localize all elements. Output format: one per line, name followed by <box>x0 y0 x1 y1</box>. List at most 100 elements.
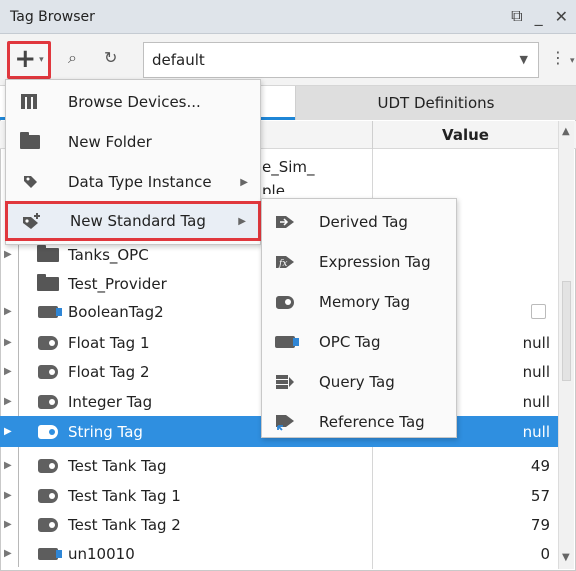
menu-item-new-folder[interactable]: New Folder <box>6 122 260 162</box>
folder-icon <box>36 273 60 293</box>
expand-arrow-icon[interactable]: ▶ <box>4 249 12 260</box>
devices-icon <box>20 92 40 112</box>
svg-text:fx: fx <box>278 259 287 269</box>
menu-item-label: Memory Tag <box>319 293 411 311</box>
expand-arrow-icon[interactable]: ▶ <box>4 337 12 348</box>
memory-tag-icon <box>36 393 60 411</box>
tag-label: Test Tank Tag <box>68 456 167 475</box>
expand-arrow-icon[interactable]: ▶ <box>4 490 12 501</box>
expression-tag-icon: fx <box>274 252 296 272</box>
tag-value: 0 <box>540 544 550 563</box>
derived-tag-icon <box>274 212 296 232</box>
tag-label: Test Tank Tag 1 <box>68 486 181 505</box>
tag-value: null <box>522 392 550 411</box>
memory-tag-icon <box>36 516 60 534</box>
menu-item-query-tag[interactable]: Query Tag <box>262 362 456 402</box>
menu-item-memory-tag[interactable]: Memory Tag <box>262 282 456 322</box>
menu-item-label: Browse Devices... <box>68 93 201 111</box>
opc-tag-icon <box>274 332 299 352</box>
expand-arrow-icon[interactable]: ▶ <box>4 519 12 530</box>
add-menu: Browse Devices... New Folder Data Type I… <box>5 79 261 245</box>
vertical-scrollbar[interactable]: ▲ ▼ <box>558 121 574 569</box>
tag-value: 79 <box>530 515 550 534</box>
add-tag-button[interactable]: + ▾ <box>7 41 51 79</box>
memory-tag-icon <box>36 423 60 441</box>
opc-tag-icon <box>36 303 62 321</box>
partial-tag-name: e_Sim_ <box>262 158 315 176</box>
panel-title: Tag Browser <box>10 8 95 25</box>
menu-item-browse-devices[interactable]: Browse Devices... <box>6 82 260 122</box>
tag-label: BooleanTag2 <box>68 302 164 321</box>
folder-icon <box>20 132 40 152</box>
close-icon[interactable]: ✕ <box>555 7 568 26</box>
tree-row[interactable]: ▶ Test Tank Tag 2 79 <box>0 509 558 540</box>
expand-arrow-icon[interactable]: ▶ <box>4 366 12 377</box>
menu-item-label: New Folder <box>68 133 152 151</box>
tag-provider-value: default <box>152 51 205 69</box>
refresh-icon[interactable]: ↻ <box>104 48 117 67</box>
submenu-arrow-icon: ▶ <box>240 176 248 188</box>
menu-item-label: Reference Tag <box>319 413 425 431</box>
tag-value: null <box>522 362 550 381</box>
tree-row[interactable]: ▶ un10010 0 <box>0 538 558 569</box>
menu-item-label: Query Tag <box>319 373 395 391</box>
memory-tag-icon <box>36 457 60 475</box>
menu-item-opc-tag[interactable]: OPC Tag <box>262 322 456 362</box>
opc-tag-icon <box>36 545 62 563</box>
value-column-header[interactable]: Value <box>372 121 558 149</box>
chevron-down-icon: ▼ <box>519 53 528 66</box>
window-controls: ⧉ _ ✕ <box>511 6 568 26</box>
tree-row[interactable]: ▶ Test Tank Tag 49 <box>0 450 558 481</box>
boolean-value-checkbox[interactable] <box>531 304 546 319</box>
menu-item-new-standard-tag[interactable]: New Standard Tag ▶ <box>5 201 261 241</box>
tag-value: null <box>522 333 550 352</box>
tag-value: 57 <box>530 486 550 505</box>
memory-tag-icon <box>274 292 296 312</box>
tag-label: Test_Provider <box>68 274 167 293</box>
tag-label: Test Tank Tag 2 <box>68 515 181 534</box>
menu-item-expression-tag[interactable]: fx Expression Tag <box>262 242 456 282</box>
expand-arrow-icon[interactable]: ▶ <box>4 548 12 559</box>
tree-row[interactable]: ▶ Test Tank Tag 1 57 <box>0 480 558 511</box>
standard-tag-submenu: Derived Tag fx Expression Tag Memory Tag… <box>261 198 457 438</box>
partial-tag-name-2: ple <box>262 182 285 194</box>
minimize-icon[interactable]: _ <box>535 7 543 26</box>
restore-icon[interactable]: ⧉ <box>511 6 522 26</box>
expand-arrow-icon[interactable]: ▶ <box>4 426 12 437</box>
chevron-down-icon: ▾ <box>39 55 44 65</box>
menu-item-label: Expression Tag <box>319 253 431 271</box>
scroll-thumb[interactable] <box>562 281 571 381</box>
menu-item-label: OPC Tag <box>319 333 381 351</box>
new-tag-icon <box>22 211 42 231</box>
tag-label: Integer Tag <box>68 392 153 411</box>
tag-label: un10010 <box>68 544 135 563</box>
tab-udt-definitions[interactable]: UDT Definitions <box>295 86 576 120</box>
memory-tag-icon <box>36 487 60 505</box>
memory-tag-icon <box>36 363 60 381</box>
memory-tag-icon <box>36 334 60 352</box>
tag-provider-dropdown[interactable]: default ▼ <box>143 42 539 78</box>
more-options-icon[interactable]: ⋮ ▾ <box>550 48 575 67</box>
submenu-arrow-icon: ▶ <box>238 215 246 227</box>
tag-value: null <box>522 422 550 441</box>
data-type-icon <box>20 172 40 192</box>
menu-item-reference-tag[interactable]: Reference Tag <box>262 402 456 442</box>
query-tag-icon <box>274 372 296 392</box>
tag-label: Tanks_OPC <box>68 245 149 264</box>
menu-item-derived-tag[interactable]: Derived Tag <box>262 202 456 242</box>
expand-arrow-icon[interactable]: ▶ <box>4 396 12 407</box>
scroll-down-icon[interactable]: ▼ <box>562 552 570 563</box>
scroll-up-icon[interactable]: ▲ <box>562 126 570 137</box>
expand-arrow-icon[interactable]: ▶ <box>4 460 12 471</box>
search-icon[interactable]: ⌕ <box>68 48 77 68</box>
folder-icon <box>36 244 60 264</box>
menu-item-label: Data Type Instance <box>68 173 212 191</box>
tag-label: String Tag <box>68 422 143 441</box>
reference-tag-icon <box>274 412 296 432</box>
menu-item-label: New Standard Tag <box>70 212 206 230</box>
tag-label: Float Tag 1 <box>68 333 150 352</box>
expand-arrow-icon[interactable]: ▶ <box>4 306 12 317</box>
menu-item-data-type-instance[interactable]: Data Type Instance ▶ <box>6 162 260 202</box>
tag-value: 49 <box>530 456 550 475</box>
tag-label: Float Tag 2 <box>68 362 150 381</box>
